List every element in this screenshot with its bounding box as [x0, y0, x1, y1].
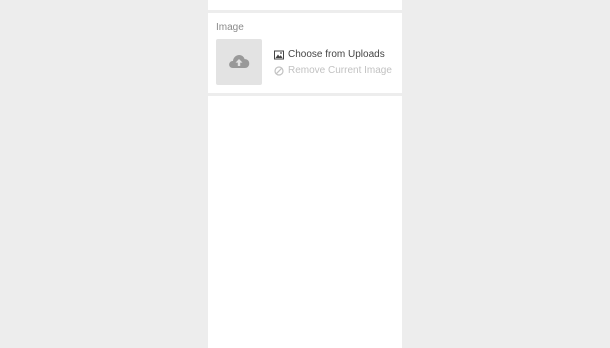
remove-current-image-label: Remove Current Image — [288, 65, 392, 76]
ban-icon — [274, 65, 284, 76]
cloud-upload-icon — [229, 55, 250, 68]
divider — [208, 93, 402, 96]
image-icon — [274, 50, 284, 59]
image-thumbnail[interactable] — [216, 39, 262, 85]
image-field-label: Image — [216, 22, 244, 33]
form-panel: Image Choose from Uploads Remove Current… — [208, 0, 402, 348]
image-field: Image Choose from Uploads Remove Current… — [208, 13, 402, 93]
remove-current-image-button[interactable]: Remove Current Image — [274, 65, 392, 76]
choose-from-uploads-button[interactable]: Choose from Uploads — [274, 49, 385, 60]
choose-from-uploads-label: Choose from Uploads — [288, 49, 385, 60]
